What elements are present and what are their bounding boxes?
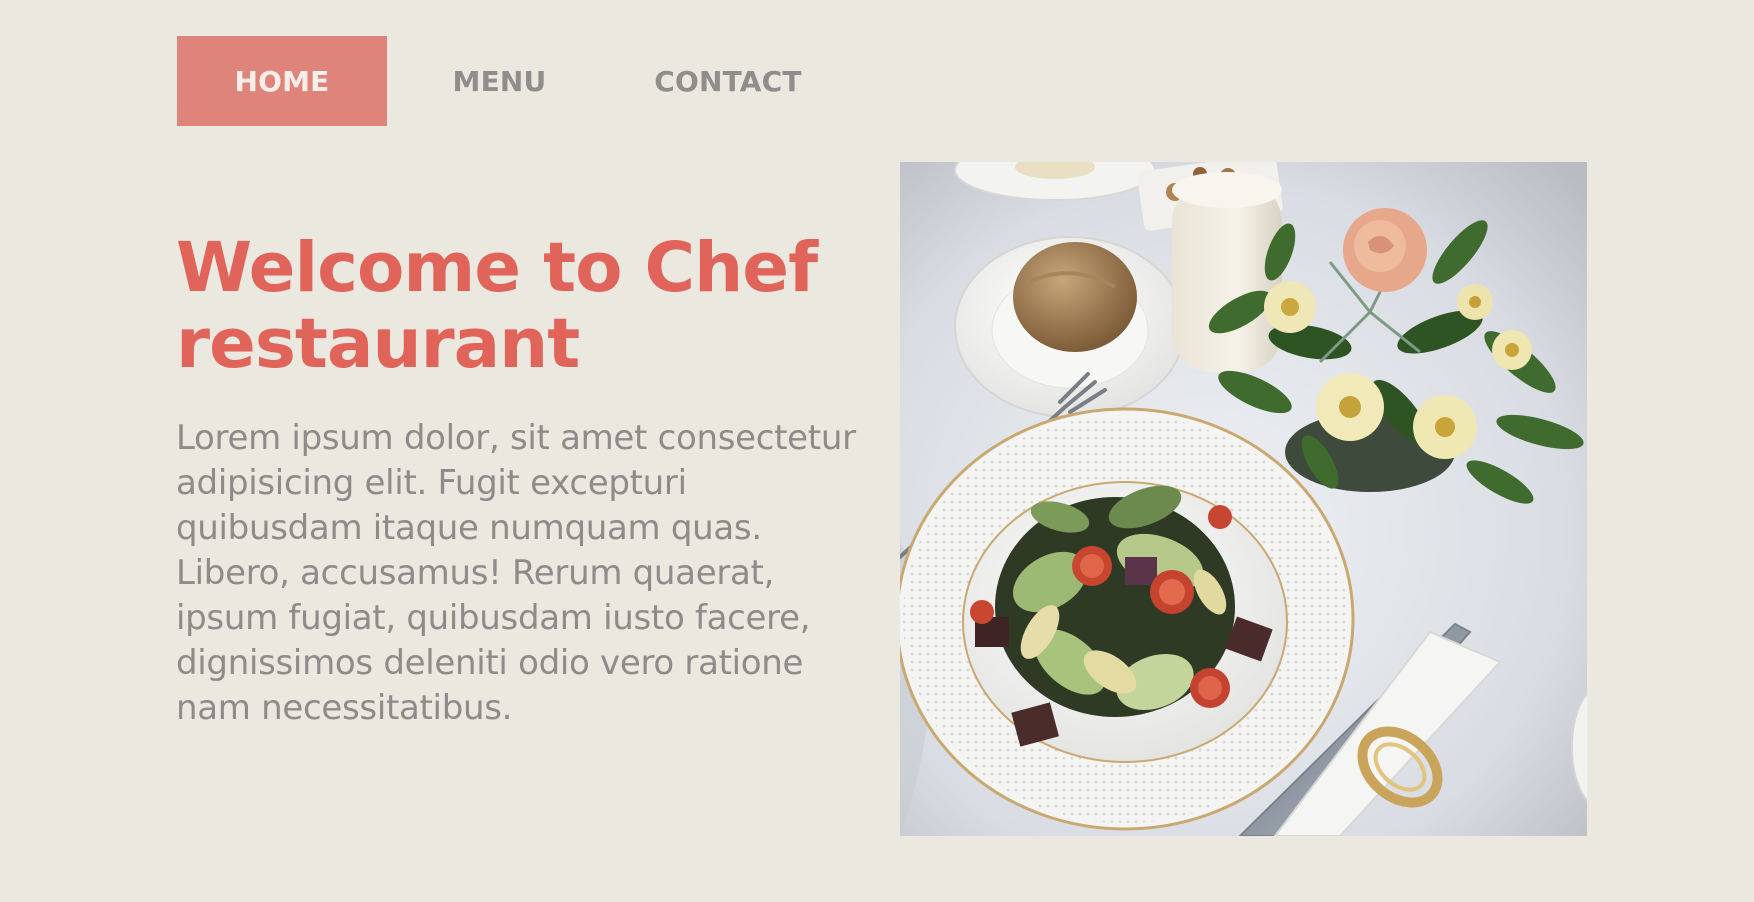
main-nav: HOME MENU CONTACT (177, 36, 844, 126)
nav-contact-link[interactable]: CONTACT (612, 36, 844, 126)
hero-description: Lorem ipsum dolor, sit amet consectetur … (176, 418, 856, 728)
hero-title: Welcome to Chef restaurant (176, 228, 818, 384)
nav-menu-link[interactable]: MENU (387, 36, 612, 126)
nav-home-link[interactable]: HOME (177, 36, 387, 126)
hero-image (900, 162, 1587, 836)
restaurant-table-photo (900, 162, 1587, 836)
